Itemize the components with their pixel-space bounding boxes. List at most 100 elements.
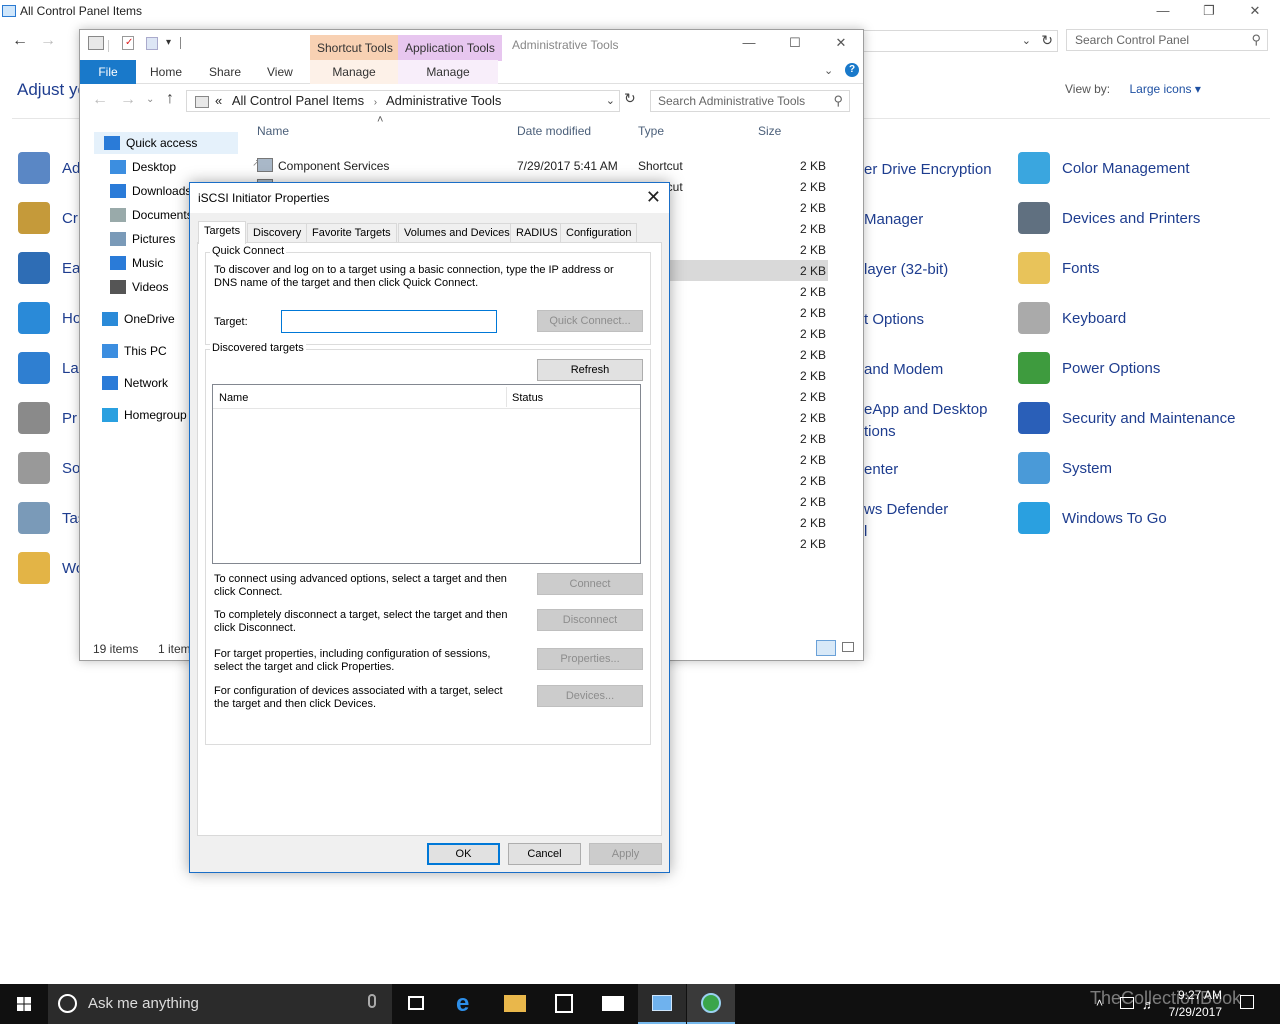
close-icon[interactable]: ✕	[646, 187, 661, 208]
quick-connect-button[interactable]: Quick Connect...	[537, 310, 643, 332]
connect-button[interactable]: Connect	[537, 573, 643, 595]
column-name[interactable]: Name	[219, 392, 248, 405]
tab-radius[interactable]: RADIUS	[510, 223, 564, 243]
disconnect-button[interactable]: Disconnect	[537, 609, 643, 631]
control-panel-item[interactable]: layer (32-bit)	[864, 258, 948, 280]
forward-arrow-icon[interactable]: →	[40, 32, 56, 50]
microphone-icon[interactable]	[368, 994, 376, 1008]
apply-button[interactable]: Apply	[589, 843, 662, 865]
up-arrow-icon[interactable]: ↑	[166, 90, 174, 108]
chevron-down-icon[interactable]: ⌄	[824, 64, 833, 77]
shortcut-tools-tab[interactable]: Shortcut Tools	[310, 35, 400, 61]
control-panel-item[interactable]: Pr	[18, 401, 77, 435]
control-panel-item[interactable]: t Options	[864, 308, 924, 330]
control-panel-item[interactable]: tions	[864, 420, 896, 442]
refresh-icon[interactable]: ↻	[1041, 32, 1053, 49]
show-hidden-icons-icon[interactable]: ˄	[1096, 996, 1103, 1010]
column-name[interactable]: Name	[257, 124, 289, 138]
mail-button[interactable]	[589, 984, 637, 1024]
cortana-search-box[interactable]: Ask me anything	[48, 984, 392, 1024]
view-by-dropdown[interactable]: Large icons ▾	[1129, 82, 1200, 96]
file-explorer-button[interactable]	[491, 984, 539, 1024]
network-icon[interactable]	[1120, 997, 1134, 1009]
discovered-targets-list[interactable]: Name Status	[212, 384, 641, 564]
control-panel-item[interactable]: Devices and Printers	[1018, 201, 1200, 235]
control-panel-item[interactable]: Keyboard	[1018, 301, 1126, 335]
control-panel-item[interactable]: ws Defender	[864, 498, 948, 520]
control-panel-item[interactable]: er Drive Encryption	[864, 158, 992, 180]
back-arrow-icon[interactable]: ←	[92, 91, 108, 109]
restore-icon[interactable]: ❐	[1186, 0, 1232, 24]
control-panel-item[interactable]: enter	[864, 458, 898, 480]
column-status[interactable]: Status	[512, 392, 543, 405]
gear-icon[interactable]	[88, 36, 104, 50]
back-arrow-icon[interactable]: ←	[12, 32, 28, 50]
control-panel-item[interactable]: Color Management	[1018, 151, 1190, 185]
refresh-icon[interactable]: ↻	[624, 90, 636, 107]
devices-button[interactable]: Devices...	[537, 685, 643, 707]
control-panel-search-input[interactable]: Search Control Panel ⚲	[1066, 29, 1268, 51]
tab-share[interactable]: Share	[209, 60, 241, 84]
control-panel-taskbar-button[interactable]	[638, 984, 686, 1024]
column-type[interactable]: Type	[638, 124, 664, 138]
control-panel-item[interactable]: Fonts	[1018, 251, 1100, 285]
help-icon[interactable]: ?	[845, 63, 859, 77]
control-panel-item[interactable]: Security and Maintenance	[1018, 401, 1235, 435]
breadcrumb-current[interactable]: Administrative Tools	[386, 93, 501, 108]
edge-button[interactable]: e	[443, 984, 491, 1024]
control-panel-item[interactable]: La	[18, 351, 79, 385]
task-view-button[interactable]	[392, 984, 440, 1024]
tab-home[interactable]: Home	[150, 60, 182, 84]
control-panel-item[interactable]: Tas	[18, 501, 85, 535]
properties-button[interactable]: Properties...	[537, 648, 643, 670]
control-panel-item[interactable]: eApp and Desktop	[864, 398, 987, 420]
tab-manage-application[interactable]: Manage	[398, 60, 498, 84]
close-icon[interactable]: ✕	[818, 32, 864, 58]
control-panel-item[interactable]: Power Options	[1018, 351, 1160, 385]
control-panel-item[interactable]: System	[1018, 451, 1112, 485]
properties-icon[interactable]: ✓	[122, 36, 134, 50]
new-folder-icon[interactable]	[146, 37, 158, 50]
minimize-icon[interactable]: —	[1140, 0, 1186, 24]
tab-targets[interactable]: Targets	[198, 221, 247, 244]
tab-configuration[interactable]: Configuration	[560, 223, 638, 243]
file-row[interactable]: Component Services 7/29/2017 5:41 AM Short…	[80, 155, 863, 176]
cancel-button[interactable]: Cancel	[508, 843, 581, 865]
tab-volumes-and-devices[interactable]: Volumes and Devices	[398, 223, 516, 243]
tab-discovery[interactable]: Discovery	[247, 223, 308, 243]
tab-manage-shortcut[interactable]: Manage	[310, 60, 398, 84]
tab-view[interactable]: View	[267, 60, 293, 84]
control-panel-item[interactable]: So	[18, 451, 80, 485]
column-size[interactable]: Size	[758, 124, 781, 138]
control-panel-address-bar[interactable]: ⌄ ↻	[862, 30, 1058, 52]
control-panel-item[interactable]: l	[864, 520, 867, 542]
search-administrative-tools-input[interactable]: Search Administrative Tools ⚲	[650, 90, 850, 112]
target-input[interactable]	[281, 310, 497, 333]
control-panel-item[interactable]: and Modem	[864, 358, 943, 380]
nav-item[interactable]: Quick access	[94, 132, 238, 154]
control-panel-item[interactable]: Wo	[18, 551, 84, 585]
recent-locations-icon[interactable]: ⌄	[146, 94, 154, 105]
iscsi-taskbar-button[interactable]	[687, 984, 735, 1024]
maximize-icon[interactable]: ☐	[772, 32, 818, 58]
control-panel-item[interactable]: Cr	[18, 201, 78, 235]
column-date-modified[interactable]: Date modified	[517, 124, 591, 138]
breadcrumb-root[interactable]: All Control Panel Items	[232, 93, 364, 108]
control-panel-item[interactable]: Ea	[18, 251, 80, 285]
large-icons-view-icon[interactable]	[842, 642, 854, 652]
customize-qat-icon[interactable]: ▾	[166, 37, 171, 48]
ok-button[interactable]: OK	[427, 843, 500, 865]
details-view-icon[interactable]	[816, 640, 836, 656]
clock-date[interactable]: 7/29/2017	[1150, 1005, 1222, 1019]
chevron-down-icon[interactable]: ⌄	[1022, 34, 1031, 47]
application-tools-tab[interactable]: Application Tools	[398, 35, 502, 61]
control-panel-item[interactable]: Windows To Go	[1018, 501, 1167, 535]
tab-file[interactable]: File	[80, 60, 136, 84]
close-icon[interactable]: ✕	[1232, 0, 1278, 24]
control-panel-item[interactable]: Ho	[18, 301, 81, 335]
action-center-icon[interactable]	[1240, 995, 1254, 1009]
refresh-button[interactable]: Refresh	[537, 359, 643, 381]
control-panel-item[interactable]: Ad	[18, 151, 80, 185]
chevron-down-icon[interactable]: ⌄	[606, 94, 615, 107]
minimize-icon[interactable]: —	[726, 32, 772, 58]
